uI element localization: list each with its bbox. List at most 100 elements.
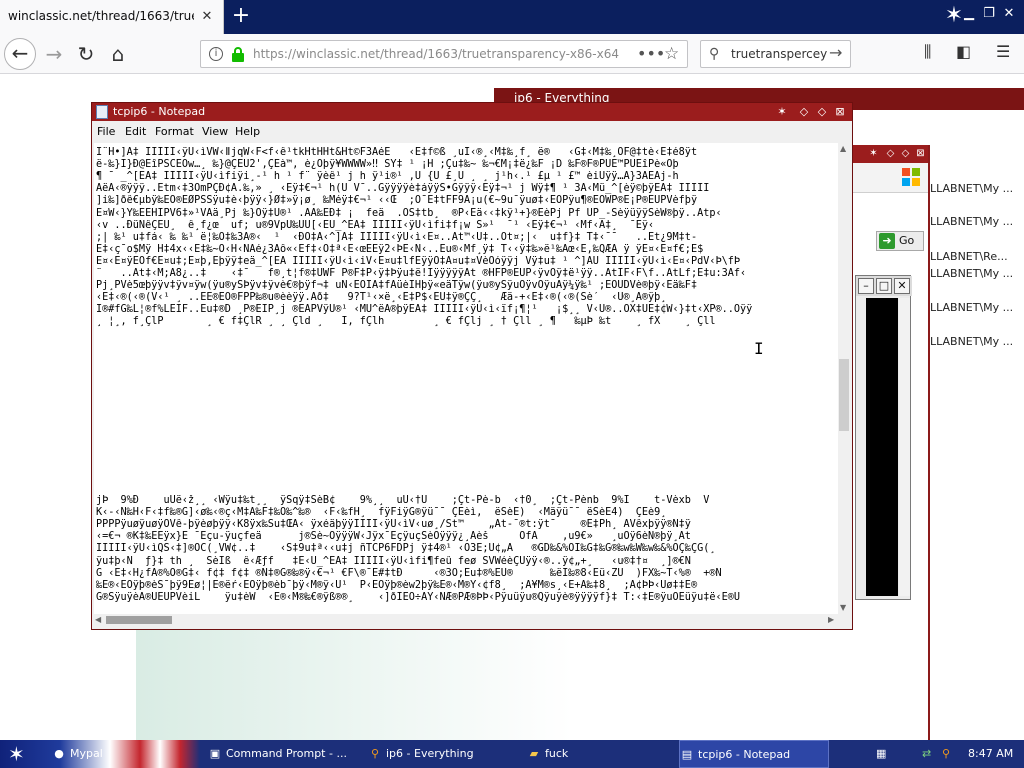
notepad-menubar: File Edit Format View Help bbox=[92, 121, 852, 143]
list-item[interactable]: LLABNET\My ... bbox=[930, 335, 1024, 348]
text-line: ÌÌÌÌÌ‹ÿU‹ìQS‹‡]®ÓC(¸VW¢..‡ ‹S‡9u‡ª‹‹u‡j … bbox=[96, 543, 716, 555]
url-bar[interactable]: i https://winclassic.net/thread/1663/tru… bbox=[200, 40, 688, 68]
close-icon[interactable]: ⊠ bbox=[913, 146, 928, 161]
text-line: ¶ ¯ _^[ÉÂ‡ ÌÌÌÌÌ‹ÿU‹ìfiÿi¸-¹ h ¹ f¨ ÿèê¹… bbox=[96, 171, 679, 183]
menu-icon[interactable]: ☰ bbox=[996, 42, 1010, 61]
text-line: I¨H•]Â‡ ÌÌÌÌÌ‹ÿU‹ìVW‹ǁjqW‹F<f‹ê¹tkHtHHt&… bbox=[96, 147, 698, 158]
menu-format[interactable]: Format bbox=[155, 125, 194, 138]
scroll-left-icon[interactable]: ◀ bbox=[95, 615, 101, 624]
go-label: Go bbox=[899, 234, 915, 247]
taskbar: ✶ ● Mypal ▣ Command Prompt - ... ⚲ ip6 - Ev… bbox=[0, 740, 1024, 768]
background-panel bbox=[136, 630, 930, 740]
taskbar-item-everything[interactable]: ⚲ ip6 - Everything bbox=[368, 740, 518, 768]
minimize-icon[interactable]: ◇ bbox=[883, 146, 898, 161]
sidebar-icon[interactable]: ◧ bbox=[956, 42, 971, 61]
forward-icon[interactable]: → bbox=[38, 38, 70, 70]
notepad-icon: ▤ bbox=[681, 748, 693, 761]
search-input[interactable]: truetranspercey bbox=[731, 47, 827, 61]
text-cursor-icon: I bbox=[754, 339, 764, 358]
minimize-icon[interactable]: ▁ bbox=[960, 6, 978, 22]
window-close-icon[interactable]: ✕ bbox=[1000, 6, 1018, 22]
list-item[interactable]: LLABNET\Re... bbox=[930, 250, 1024, 263]
text-line: ‹v ..ÐüÑêÇEÜ¸ ê¸f¿œ uf; u®9VpU‰UÜ[‹EÜ_^É… bbox=[96, 219, 655, 231]
text-line: G ‹E‡‹H¿fÂ®%Ó®G‡‹ f¢‡ f¢‡ ®N‡®G®‰®ÿ‹€¬¹ … bbox=[96, 567, 722, 579]
taskbar-item-label: Command Prompt - ... bbox=[226, 747, 347, 760]
star-logo-icon: ✶ bbox=[777, 105, 787, 118]
minimize-icon[interactable]: – bbox=[858, 278, 874, 294]
text-line: ]i‰]ðê€µbÿ‰EÓ®EØPSSÿu‡è‹þÿÿ‹}Ø‡»ÿ¡ø¸ ‰Mé… bbox=[96, 195, 698, 207]
menu-help[interactable]: Help bbox=[235, 125, 260, 138]
explorer-window-titlebar[interactable]: ✶ ◇ ◇ ⊠ bbox=[852, 145, 930, 163]
text-line: ÀëÀ‹®ÿÿÿ..Étm‹‡3OmPÇÐ¢À.‰,» ¸ ‹Eÿ‡€¬¹ h(… bbox=[96, 183, 710, 195]
menu-file[interactable]: File bbox=[97, 125, 115, 138]
text-line: K‹-‹N‰H‹F‹‡f‰®G]‹ø‰‹®ç‹M‡À‰F‡‰O‰^‰® ‹F‹‰… bbox=[96, 507, 667, 519]
tab-close-icon[interactable]: ✕ bbox=[199, 9, 215, 25]
search-bar[interactable]: ⚲ truetranspercey → bbox=[700, 40, 851, 68]
network-icon[interactable]: ⇄ bbox=[922, 740, 938, 768]
taskbar-item-label: ip6 - Everything bbox=[386, 747, 474, 760]
command-prompt-window[interactable]: – □ ✕ bbox=[855, 275, 912, 600]
more-icon[interactable]: ••• bbox=[637, 44, 665, 63]
list-item[interactable]: LLABNET\My ... bbox=[930, 267, 1024, 280]
browser-tab-bar: winclassic.net/thread/1663/truetransp ✕ … bbox=[0, 0, 1024, 34]
browser-tab[interactable]: winclassic.net/thread/1663/truetransp ✕ bbox=[0, 0, 224, 34]
menu-edit[interactable]: Edit bbox=[125, 125, 146, 138]
console-scrollbar[interactable] bbox=[899, 298, 910, 596]
taskbar-item-label: fuck bbox=[545, 747, 569, 760]
start-button[interactable]: ✶ bbox=[8, 742, 25, 766]
text-line: E¤W‹}Y‰EËHIPV6‡»¹VÀä¸Pj ‰}Óÿ‡U®¹ .ÀÁ‰EÐ‡… bbox=[96, 207, 722, 219]
text-line: Pj¸PVè5œþÿÿv‡ÿv¤ÿw(ÿu®ySÞÿv‡ÿvè€®þÿf¬‡ u… bbox=[96, 280, 698, 292]
search-tray-icon[interactable]: ⚲ bbox=[942, 740, 958, 768]
new-tab-button[interactable]: + bbox=[228, 4, 254, 30]
info-icon[interactable]: i bbox=[209, 47, 223, 61]
home-icon[interactable]: ⌂ bbox=[102, 38, 134, 70]
go-button[interactable]: ➜ Go bbox=[876, 231, 924, 251]
url-text: https://winclassic.net/thread/1663/truet… bbox=[253, 47, 619, 61]
tab-title: winclassic.net/thread/1663/truetransp bbox=[8, 9, 194, 23]
text-line: ¨ ..Àt‡‹M;À8¿..‡ ‹‡¯ f®¸t¦f®‡UWF P®F‡P‹ÿ… bbox=[96, 268, 747, 279]
list-item[interactable]: LLABNET\My ... bbox=[930, 182, 1024, 195]
taskbar-item-command-prompt[interactable]: ▣ Command Prompt - ... bbox=[208, 740, 358, 768]
bookmark-star-icon[interactable]: ☆ bbox=[664, 44, 679, 64]
minimize-icon[interactable]: ◇ bbox=[796, 104, 812, 120]
close-icon[interactable]: ⊠ bbox=[832, 104, 848, 120]
list-item[interactable]: LLABNET\My ... bbox=[930, 301, 1024, 314]
reload-icon[interactable]: ↻ bbox=[70, 38, 102, 70]
notepad-titlebar[interactable]: tcpip6 - Notepad ✶ ◇ ◇ ⊠ bbox=[92, 103, 852, 121]
list-item[interactable]: LLABNET\My ... bbox=[930, 215, 1024, 228]
close-icon[interactable]: ✕ bbox=[894, 278, 910, 294]
scroll-up-icon[interactable]: ▲ bbox=[840, 144, 846, 153]
horizontal-scrollbar[interactable]: ◀ ▶ bbox=[94, 614, 838, 626]
vertical-scroll-thumb[interactable] bbox=[839, 359, 849, 431]
back-icon[interactable]: ← bbox=[4, 38, 36, 70]
command-prompt-titlebar[interactable]: – □ ✕ bbox=[856, 276, 912, 296]
text-line: Ï®#fG‰L¦®f%LEÎF..Ëu‡®D ¸P®EÎP¸j ®EAPVÿÚ®… bbox=[96, 304, 753, 316]
text-line: PPPPÿuøÿuøÿÓVê-þÿèøþÿÿ‹K8ÿx‰Su‡ŒÀ‹ ÿxéäþ… bbox=[96, 519, 691, 531]
library-icon[interactable]: ⫼ bbox=[924, 42, 931, 62]
search-icon: ⚲ bbox=[709, 46, 720, 62]
text-line: E¤‹E¤ÿEÓf€E¤u‡;E¤þ,Eþÿÿ‡eä_^[ÉÂ ÌÌÌÌÌ‹ÿU… bbox=[96, 255, 741, 267]
maximize-icon[interactable]: □ bbox=[876, 278, 892, 294]
clock[interactable]: 8:47 AM bbox=[968, 747, 1013, 760]
horizontal-scroll-thumb[interactable] bbox=[106, 616, 172, 624]
menu-view[interactable]: View bbox=[202, 125, 228, 138]
text-line: E‡‹ç¯o$Mÿ H‡4x‹‹E‡‰~Ô‹H‹NÀé¿3Àô«‹Éf‡‹Ô‡ª… bbox=[96, 243, 704, 255]
notepad-text-area[interactable]: I¨H•]Â‡ ÌÌÌÌÌ‹ÿU‹ìVW‹ǁjqW‹F<f‹ê¹tkHtHHt&… bbox=[94, 143, 838, 614]
taskbar-item-label: tcpip6 - Notepad bbox=[698, 748, 791, 761]
keyboard-icon[interactable]: ▦ bbox=[876, 740, 892, 768]
search-go-icon[interactable]: → bbox=[829, 43, 842, 62]
window-border bbox=[928, 145, 930, 740]
scroll-down-icon[interactable]: ▼ bbox=[840, 603, 846, 612]
maximize-icon[interactable]: ◇ bbox=[898, 146, 913, 161]
taskbar-item-folder[interactable]: ▰ fuck bbox=[527, 740, 667, 768]
notepad-icon bbox=[96, 105, 108, 119]
notepad-window[interactable]: tcpip6 - Notepad ✶ ◇ ◇ ⊠ File Edit Forma… bbox=[91, 102, 853, 630]
taskbar-item-notepad[interactable]: ▤ tcpip6 - Notepad bbox=[679, 740, 829, 768]
restore-icon[interactable]: ❐ bbox=[980, 6, 998, 22]
vertical-scrollbar[interactable]: ▲ ▼ bbox=[838, 143, 850, 614]
scroll-right-icon[interactable]: ▶ bbox=[828, 615, 834, 624]
console-area[interactable] bbox=[866, 298, 898, 596]
taskbar-item-mypal[interactable]: ● Mypal bbox=[52, 740, 192, 768]
folder-icon: ▰ bbox=[529, 747, 539, 760]
maximize-icon[interactable]: ◇ bbox=[814, 104, 830, 120]
